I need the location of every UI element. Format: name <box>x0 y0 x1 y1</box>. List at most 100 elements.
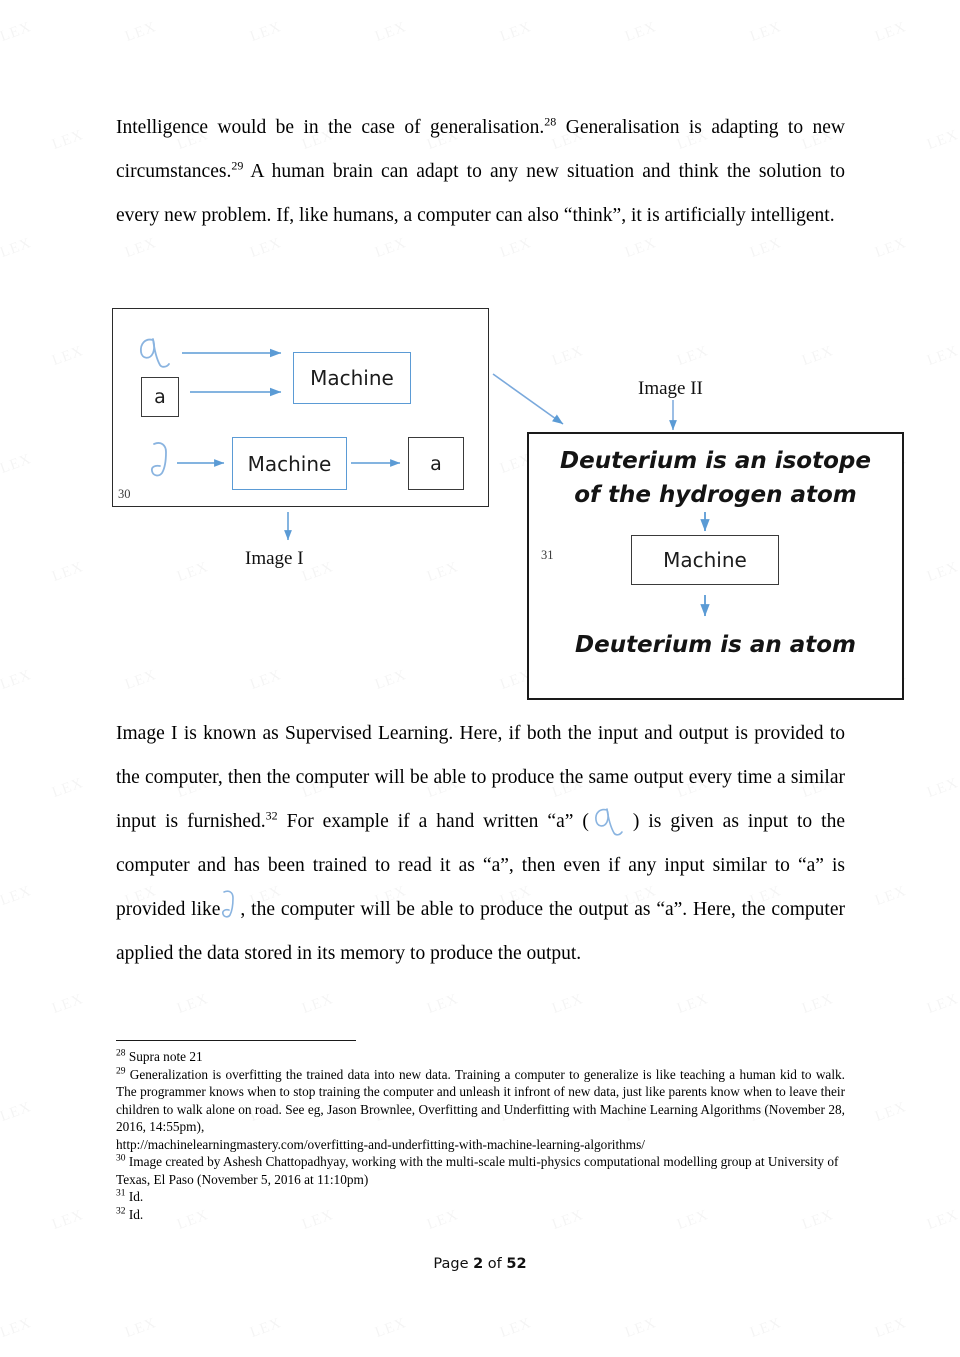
watermark-text: LEX <box>873 451 909 478</box>
watermark-text: LEX <box>748 1315 784 1342</box>
watermark-text: LEX <box>623 451 659 478</box>
handwritten-a-glyph-inline-1 <box>589 807 633 836</box>
footnote-30-text: Image created by Ashesh Chattopadhyay, w… <box>116 1154 839 1187</box>
footnote-32: 32 Id. <box>116 1206 845 1224</box>
watermark-text: LEX <box>373 1315 409 1342</box>
image-2-diagram-frame <box>527 432 904 700</box>
footnote-29-url-text[interactable]: http://machinelearningmastery.com/overfi… <box>116 1137 645 1152</box>
image-1-diagram-frame <box>112 308 489 507</box>
footnote-29-text: Generalization is overfitting the traine… <box>116 1066 845 1135</box>
footnote-32-marker: 32 <box>116 1206 126 1217</box>
watermark-text: LEX <box>373 235 409 262</box>
watermark-text: LEX <box>925 775 960 802</box>
footnote-28-text: Supra note 21 <box>128 1049 203 1064</box>
footnotes-region: 28 Supra note 21 29 Generalization is ov… <box>116 1040 845 1223</box>
page-footer-prefix: Page <box>433 1256 474 1272</box>
watermark-text: LEX <box>0 1099 34 1126</box>
watermark-text: LEX <box>873 1315 909 1342</box>
watermark-text: LEX <box>873 19 909 46</box>
watermark-text: LEX <box>873 883 909 910</box>
watermark-text: LEX <box>50 559 86 586</box>
machine-box-figure2: Machine <box>631 535 779 585</box>
watermark-text: LEX <box>0 667 34 694</box>
figure-1-footnote-marker-text: 30 <box>118 487 131 501</box>
footnote-ref-29[interactable]: 29 <box>231 159 243 173</box>
watermark-text: LEX <box>0 451 34 478</box>
watermark-text: LEX <box>925 343 960 370</box>
watermark-text: LEX <box>300 343 336 370</box>
footnote-31: 31 Id. <box>116 1188 845 1206</box>
watermark-text: LEX <box>800 559 836 586</box>
page-footer: Page 2 of 52 <box>0 1256 960 1272</box>
input-letter-box-a: a <box>141 377 179 417</box>
machine-box-top-label: Machine <box>310 366 394 390</box>
watermark-text: LEX <box>623 19 659 46</box>
figure-2-footnote-marker: 31 <box>541 548 554 563</box>
footnote-separator-rule <box>116 1040 356 1041</box>
watermark-text: LEX <box>248 451 284 478</box>
watermark-text: LEX <box>175 991 211 1018</box>
footnote-ref-28[interactable]: 28 <box>544 115 556 129</box>
document-page: LEX LEX LEX LEX LEX LEX LEX LEX LEX LEX LEX LEX LEX L… <box>0 0 960 1357</box>
paragraph-2: Image I is known as Supervised Learning.… <box>116 712 845 976</box>
paragraph-1-text-a: Intelligence would be in the case of gen… <box>116 117 545 138</box>
watermark-text: LEX <box>50 991 86 1018</box>
watermark-text: LEX <box>675 559 711 586</box>
watermark-text: LEX <box>675 991 711 1018</box>
watermark-text: LEX <box>123 451 159 478</box>
paragraph-2-text-b: For example if a hand written “a” ( <box>277 811 589 832</box>
footnote-28-marker: 28 <box>116 1048 126 1059</box>
watermark-text: LEX <box>50 775 86 802</box>
watermark-text: LEX <box>175 559 211 586</box>
watermark-text: LEX <box>50 343 86 370</box>
watermark-text: LEX <box>498 451 534 478</box>
figure-2-output-line: Deuterium is an atom <box>575 632 856 658</box>
watermark-text: LEX <box>373 451 409 478</box>
watermark-text: LEX <box>123 19 159 46</box>
watermark-text: LEX <box>425 343 461 370</box>
watermark-text: LEX <box>873 1099 909 1126</box>
footnote-30-marker: 30 <box>116 1153 126 1164</box>
watermark-text: LEX <box>300 991 336 1018</box>
footnote-ref-32[interactable]: 32 <box>266 809 278 823</box>
watermark-text: LEX <box>248 1315 284 1342</box>
watermark-text: LEX <box>498 19 534 46</box>
figure-1-caption-text: Image I <box>245 548 304 569</box>
watermark-text: LEX <box>50 127 86 154</box>
watermark-text: LEX <box>748 451 784 478</box>
watermark-text: LEX <box>925 1207 960 1234</box>
watermark-text: LEX <box>248 667 284 694</box>
watermark-text: LEX <box>925 559 960 586</box>
watermark-text: LEX <box>373 667 409 694</box>
watermark-text: LEX <box>800 343 836 370</box>
watermark-text: LEX <box>498 1315 534 1342</box>
figure-1-footnote-marker: 30 <box>118 487 131 502</box>
footnote-31-marker: 31 <box>116 1188 126 1199</box>
figure-1-caption: Image I <box>245 548 304 570</box>
footnote-29-url[interactable]: http://machinelearningmastery.com/overfi… <box>116 1136 845 1154</box>
watermark-text: LEX <box>873 235 909 262</box>
watermark-text: LEX <box>925 127 960 154</box>
footnote-29-marker: 29 <box>116 1066 126 1077</box>
figure-2-input-line-1: Deuterium is an isotope <box>560 448 871 474</box>
figure-2-input-line-2: of the hydrogen atom <box>574 482 857 508</box>
watermark-text: LEX <box>373 19 409 46</box>
watermark-text: LEX <box>550 343 586 370</box>
watermark-text: LEX <box>123 1315 159 1342</box>
paragraph-1: Intelligence would be in the case of gen… <box>116 106 845 238</box>
watermark-text: LEX <box>800 991 836 1018</box>
machine-box-bottom: Machine <box>232 437 347 490</box>
watermark-text: LEX <box>175 343 211 370</box>
handwritten-a-glyph-figure1 <box>137 334 177 379</box>
watermark-text: LEX <box>550 991 586 1018</box>
machine-box-bottom-label: Machine <box>247 451 332 476</box>
watermark-text: LEX <box>623 235 659 262</box>
watermark-text: LEX <box>50 1207 86 1234</box>
watermark-text: LEX <box>748 19 784 46</box>
watermark-text: LEX <box>623 1315 659 1342</box>
watermark-text: LEX <box>925 991 960 1018</box>
handwritten-partial-a-glyph-inline-2 <box>220 889 240 924</box>
watermark-text: LEX <box>0 1315 34 1342</box>
watermark-text: LEX <box>425 991 461 1018</box>
watermark-text: LEX <box>748 235 784 262</box>
